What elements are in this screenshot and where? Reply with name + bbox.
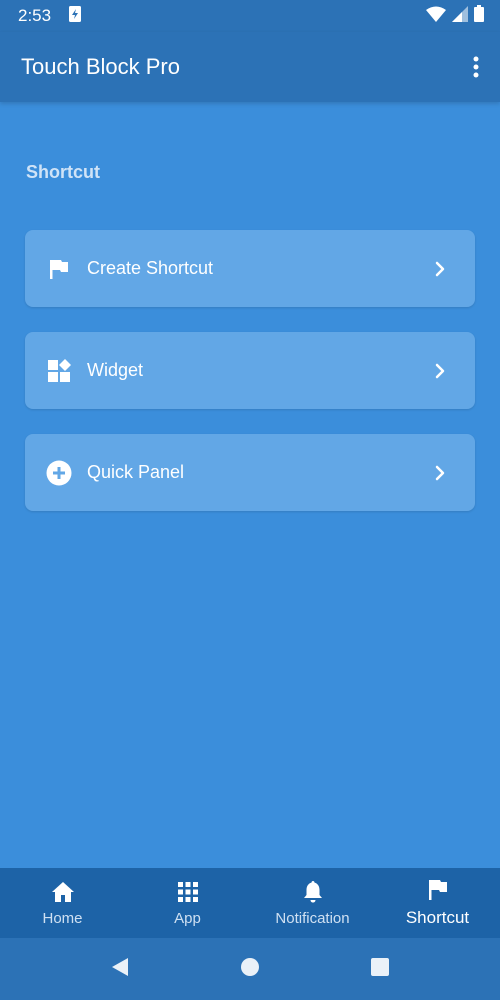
back-button[interactable] xyxy=(110,957,130,982)
nav-label-app: App xyxy=(174,909,201,927)
battery-icon xyxy=(474,5,484,27)
nav-label-notification: Notification xyxy=(275,909,350,927)
create-shortcut-item[interactable]: Create Shortcut xyxy=(25,230,475,307)
status-left: 2:53 xyxy=(18,5,82,27)
chevron-right-icon xyxy=(433,463,447,483)
quick-panel-label: Quick Panel xyxy=(87,462,185,482)
status-bar: 2:53 xyxy=(0,0,500,32)
bell-icon xyxy=(300,880,326,904)
widgets-icon xyxy=(46,358,72,384)
recents-square-icon xyxy=(371,957,389,976)
nav-label-shortcut: Shortcut xyxy=(405,908,470,927)
back-triangle-icon xyxy=(112,957,128,976)
more-vert-icon xyxy=(473,56,479,78)
nav-item-shortcut[interactable]: Shortcut xyxy=(375,868,500,938)
add-circle-icon xyxy=(46,460,72,486)
signal-icon xyxy=(452,5,468,27)
overflow-menu-button[interactable] xyxy=(466,52,486,82)
app-bar: Touch Block Pro xyxy=(0,32,500,102)
chevron-right-icon xyxy=(433,361,447,381)
flag-icon xyxy=(46,256,72,282)
nav-label-home: Home xyxy=(42,909,83,927)
widget-item[interactable]: Widget xyxy=(25,332,475,409)
quick-panel-item[interactable]: Quick Panel xyxy=(25,434,475,511)
flag-icon xyxy=(425,878,451,902)
widget-label: Widget xyxy=(87,360,144,380)
chevron-right-icon xyxy=(433,259,447,279)
system-navigation-bar xyxy=(0,938,500,1000)
app-title: Touch Block Pro xyxy=(21,54,180,79)
recents-button[interactable] xyxy=(370,957,390,982)
bottom-navigation: Home App Notification Shortcut xyxy=(0,868,500,938)
wifi-icon xyxy=(426,6,446,27)
status-time: 2:53 xyxy=(18,6,52,25)
nav-item-home[interactable]: Home xyxy=(0,868,125,938)
create-shortcut-label: Create Shortcut xyxy=(87,258,214,278)
home-button[interactable] xyxy=(240,957,260,982)
nav-item-notification[interactable]: Notification xyxy=(250,868,375,938)
home-icon xyxy=(50,880,76,904)
section-title: Shortcut xyxy=(26,162,100,182)
data-saver-icon xyxy=(69,5,82,27)
nav-item-app[interactable]: App xyxy=(125,868,250,938)
status-right xyxy=(426,5,484,27)
apps-grid-icon xyxy=(175,880,201,904)
home-circle-icon xyxy=(241,957,259,976)
